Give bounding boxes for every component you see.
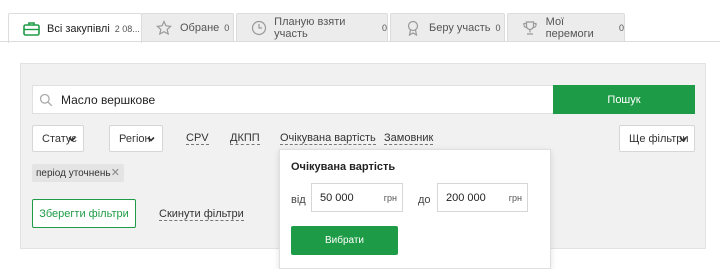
tab-label: Беру участь (429, 21, 491, 34)
filter-dkpp[interactable]: ДКПП (230, 132, 260, 145)
from-label: від (291, 194, 306, 206)
currency-unit: грн (508, 193, 522, 203)
filter-customer[interactable]: Замовник (384, 132, 434, 145)
save-filters-button[interactable]: Зберегти фільтри (32, 199, 136, 228)
reset-filters-link[interactable]: Скинути фільтри (159, 208, 244, 221)
filter-expected-value[interactable]: Очікувана вартість (280, 132, 376, 145)
tab-label: Планую взяти участь (274, 15, 346, 40)
briefcase-icon (22, 20, 40, 38)
active-filter-chip: період уточнень ✕ (32, 164, 124, 182)
tab-count: 0 (618, 22, 624, 33)
region-select-label: Регіон (119, 132, 151, 145)
chip-label: період уточнень (36, 167, 111, 179)
from-value-field[interactable]: 50 000 грн (311, 183, 403, 212)
from-value: 50 000 (320, 192, 354, 204)
to-value: 200 000 (446, 192, 486, 204)
tab-count: 2 08... (114, 23, 140, 34)
popup-title: Очікувана вартість (291, 161, 396, 173)
status-select[interactable]: Статус (32, 125, 84, 152)
to-label: до (418, 194, 431, 206)
star-icon (155, 19, 173, 37)
tab-all-purchases[interactable]: Всі закупівлі 2 08... (8, 13, 142, 43)
tab-plan-to-participate[interactable]: Планую взяти участь 0 (236, 13, 388, 41)
region-select[interactable]: Регіон (109, 125, 163, 152)
tab-participating[interactable]: Беру участь 0 (390, 13, 505, 41)
tab-label: Мої перемоги (545, 15, 594, 40)
tab-my-wins[interactable]: Мої перемоги 0 (507, 13, 625, 41)
medal-icon (404, 19, 422, 37)
tab-label: Обране (180, 21, 220, 34)
choose-button[interactable]: Вибрати (291, 226, 398, 255)
tab-favorites[interactable]: Обране 0 (141, 13, 234, 41)
close-icon[interactable]: ✕ (111, 166, 120, 179)
expected-value-popup: Очікувана вартість від 50 000 грн до 200… (279, 149, 551, 269)
search-input[interactable]: Масло вершкове (61, 93, 155, 107)
chevron-down-icon (68, 134, 76, 146)
currency-unit: грн (383, 193, 397, 203)
tab-label: Всі закупівлі (47, 22, 110, 35)
tab-bar: Всі закупівлі 2 08... Обране 0 Планую взят… (8, 13, 720, 43)
chevron-down-icon (147, 134, 155, 146)
search-field[interactable]: Масло вершкове (32, 85, 554, 114)
to-value-field[interactable]: 200 000 грн (437, 183, 528, 212)
trophy-icon (521, 19, 539, 37)
filter-cpv[interactable]: CPV (186, 132, 209, 145)
search-button[interactable]: Пошук (553, 85, 695, 114)
tab-count: 0 (381, 22, 387, 33)
more-filters-select[interactable]: Ще фільтри (619, 125, 695, 152)
tab-count: 0 (495, 22, 501, 33)
tab-count: 0 (224, 22, 230, 33)
search-icon (39, 93, 53, 107)
chevron-down-icon (679, 134, 687, 146)
tab-divider (0, 41, 720, 42)
clock-icon (250, 19, 267, 37)
